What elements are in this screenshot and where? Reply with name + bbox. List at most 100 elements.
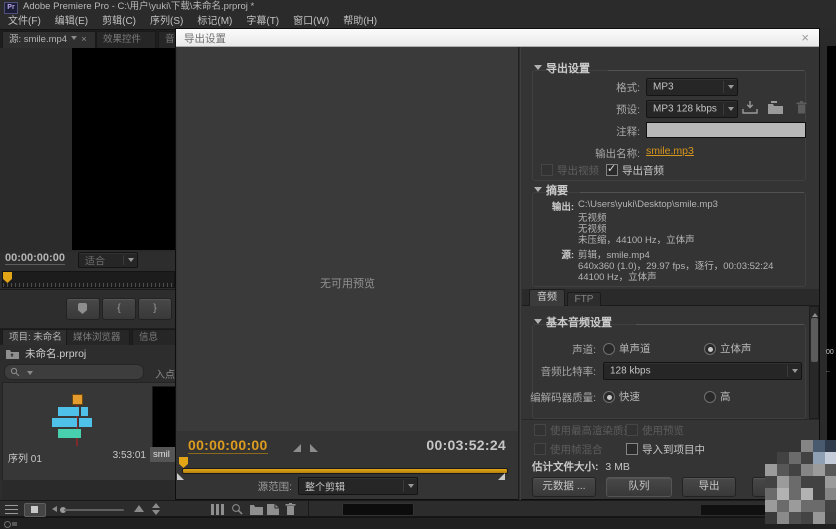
add-marker-button[interactable] bbox=[66, 298, 100, 320]
automate-sequence-icon[interactable] bbox=[211, 504, 224, 515]
tab-effect-controls[interactable]: 效果控件 bbox=[96, 31, 156, 48]
delete-icon[interactable] bbox=[285, 503, 296, 515]
zoom-slider[interactable] bbox=[64, 509, 124, 511]
menu-file[interactable]: 文件(F) bbox=[8, 14, 41, 29]
source-video-area bbox=[72, 48, 175, 250]
format-select[interactable]: MP3 bbox=[646, 78, 738, 96]
menu-edit[interactable]: 编辑(E) bbox=[55, 14, 88, 29]
sequence-icon-bar bbox=[52, 418, 77, 427]
bitrate-select[interactable]: 128 kbps bbox=[603, 362, 802, 380]
tab-project[interactable]: 项目: 未命名× bbox=[2, 329, 74, 346]
source-range-select[interactable]: 整个剪辑 bbox=[298, 477, 418, 495]
queue-button[interactable]: 队列 bbox=[606, 477, 672, 497]
tab-ftp[interactable]: FTP bbox=[567, 292, 601, 306]
zoom-in-icon[interactable] bbox=[134, 505, 144, 512]
preview-duration: 00:03:52:24 bbox=[406, 437, 506, 453]
tab-media-browser[interactable]: 媒体浏览器 bbox=[66, 329, 130, 346]
close-tab-icon[interactable]: × bbox=[81, 34, 87, 45]
preset-value: MP3 128 kbps bbox=[653, 104, 717, 115]
sort-icon[interactable] bbox=[152, 503, 160, 515]
trim-handle-right-icon[interactable] bbox=[498, 473, 505, 480]
bitrate-label: 音频比特率: bbox=[506, 364, 596, 379]
tab-source-monitor[interactable]: 源: smile.mp4 × bbox=[2, 31, 96, 48]
chevron-down-icon bbox=[792, 369, 798, 376]
codec-quality-label: 编解码器质量: bbox=[506, 390, 596, 405]
preview-playhead[interactable] bbox=[179, 457, 188, 468]
dialog-close-icon[interactable]: × bbox=[801, 30, 809, 45]
no-preview-message: 无可用预览 bbox=[177, 275, 518, 291]
zoom-level-select[interactable]: 适合 bbox=[78, 252, 138, 268]
menu-marker[interactable]: 标记(M) bbox=[197, 14, 232, 29]
list-view-icon[interactable] bbox=[5, 505, 18, 514]
scroll-up-icon[interactable] bbox=[812, 310, 818, 317]
collapse-icon[interactable] bbox=[534, 187, 542, 196]
search-filter-chevron-icon[interactable] bbox=[27, 371, 33, 378]
menu-window[interactable]: 窗口(W) bbox=[293, 14, 329, 29]
chevron-down-icon bbox=[728, 107, 734, 114]
folder-up-icon[interactable] bbox=[6, 348, 19, 359]
set-in-icon[interactable] bbox=[293, 444, 301, 452]
sequence-icon-playhead bbox=[72, 394, 83, 405]
mark-in-button[interactable]: { bbox=[102, 298, 136, 320]
menu-sequence[interactable]: 序列(S) bbox=[150, 14, 183, 29]
preset-select[interactable]: MP3 128 kbps bbox=[646, 100, 738, 118]
format-label: 格式: bbox=[556, 80, 640, 95]
zoom-out-icon[interactable] bbox=[52, 506, 57, 512]
output-name-link[interactable]: smile.mp3 bbox=[646, 145, 694, 157]
menu-help[interactable]: 帮助(H) bbox=[343, 14, 377, 29]
export-audio-checkbox[interactable] bbox=[606, 164, 618, 176]
window-title: Adobe Premiere Pro - C:\用户\yuki\下载\未命名.p… bbox=[23, 0, 254, 14]
save-preset-icon[interactable] bbox=[742, 101, 758, 114]
search-input[interactable] bbox=[4, 364, 144, 380]
estimated-size-value: 3 MB bbox=[605, 461, 630, 473]
import-to-project-checkbox[interactable] bbox=[626, 443, 638, 455]
use-previews-checkbox bbox=[626, 424, 638, 436]
find-icon[interactable] bbox=[231, 503, 243, 515]
source-range-label: 源范围: bbox=[216, 479, 292, 494]
settings-scrollbar[interactable] bbox=[809, 306, 819, 419]
new-item-icon[interactable] bbox=[267, 504, 279, 515]
edit-field[interactable] bbox=[342, 503, 414, 516]
header-line bbox=[608, 70, 804, 71]
scrollbar-thumb[interactable] bbox=[811, 318, 818, 362]
gear-icon[interactable] bbox=[4, 521, 11, 528]
window-titlebar: Pr Adobe Premiere Pro - C:\用户\yuki\下载\未命… bbox=[0, 0, 836, 14]
source-timecode[interactable]: 00:00:00:00 bbox=[5, 252, 65, 265]
source-range-value: 整个剪辑 bbox=[305, 479, 345, 494]
chevron-down-icon[interactable] bbox=[71, 36, 77, 43]
preview-scrubber[interactable] bbox=[182, 468, 508, 474]
dialog-titlebar[interactable]: 导出设置 × bbox=[176, 29, 819, 47]
comment-input[interactable] bbox=[646, 122, 806, 138]
import-preset-icon[interactable] bbox=[768, 101, 784, 114]
summary-line: 未压缩，44100 Hz，立体声 bbox=[578, 232, 695, 246]
preview-in-time[interactable]: 00:00:00:00 bbox=[188, 437, 268, 454]
new-bin-icon[interactable] bbox=[250, 504, 263, 515]
stereo-radio[interactable] bbox=[704, 343, 716, 355]
chevron-down-icon bbox=[408, 484, 414, 491]
sequence-icon-bar bbox=[58, 407, 79, 416]
pane-divider[interactable] bbox=[518, 47, 521, 500]
collapse-icon[interactable] bbox=[534, 65, 542, 74]
trim-handle-left-icon[interactable] bbox=[177, 473, 184, 480]
sequence-duration: 3:53:01 bbox=[60, 450, 146, 461]
collapse-icon[interactable] bbox=[534, 319, 542, 328]
bitrate-value: 128 kbps bbox=[610, 366, 651, 377]
comment-label: 注释: bbox=[556, 124, 640, 139]
tab-audio-settings[interactable]: 音频 bbox=[529, 289, 565, 306]
source-ruler[interactable] bbox=[2, 271, 175, 288]
icon-view-button[interactable] bbox=[24, 503, 46, 517]
search-icon bbox=[10, 367, 20, 377]
export-button[interactable]: 导出 bbox=[682, 477, 736, 497]
set-out-icon[interactable] bbox=[310, 444, 318, 452]
menu-title[interactable]: 字幕(T) bbox=[246, 14, 279, 29]
toolbar-divider bbox=[308, 501, 309, 516]
mark-out-button[interactable]: } bbox=[138, 298, 172, 320]
export-video-label: 导出视频 bbox=[557, 163, 599, 178]
quality-high-radio[interactable] bbox=[704, 391, 716, 403]
mono-radio[interactable] bbox=[603, 343, 615, 355]
menu-clip[interactable]: 剪辑(C) bbox=[102, 14, 136, 29]
tab-source-label: 源: smile.mp4 bbox=[9, 34, 67, 45]
metadata-button[interactable]: 元数据 ... bbox=[532, 477, 596, 497]
quality-fast-radio[interactable] bbox=[603, 391, 615, 403]
estimated-size: 估计文件大小: 3 MB bbox=[532, 459, 630, 474]
